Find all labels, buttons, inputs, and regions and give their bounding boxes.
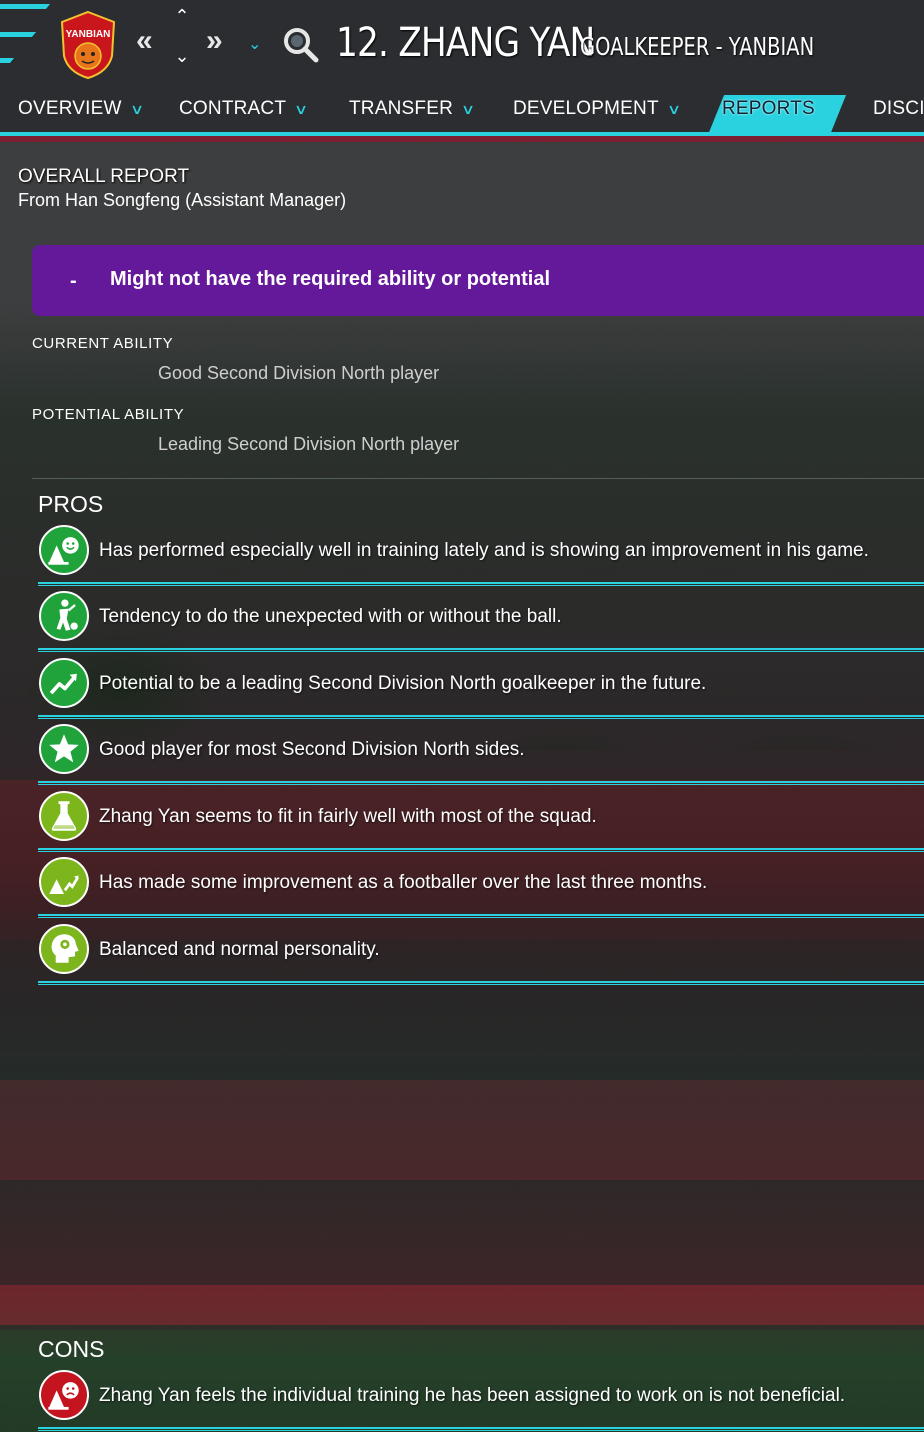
tab-transfer[interactable]: TRANSFER ∨ bbox=[349, 98, 476, 120]
chevron-down-icon: ∨ bbox=[294, 101, 309, 117]
row-divider bbox=[38, 781, 924, 785]
background-banner bbox=[0, 1285, 924, 1325]
pro-text: Balanced and normal personality. bbox=[99, 939, 380, 960]
pro-text: Has made some improvement as a footballe… bbox=[99, 872, 708, 893]
con-text: Zhang Yan feels the individual training … bbox=[99, 1385, 846, 1406]
row-divider bbox=[38, 648, 924, 652]
current-ability-value: Good Second Division North player bbox=[158, 363, 440, 383]
training-happy-icon bbox=[39, 525, 89, 575]
chevron-down-icon: ∨ bbox=[129, 101, 145, 117]
verdict-marker: - bbox=[70, 270, 77, 292]
pro-text: Tendency to do the unexpected with or wi… bbox=[99, 606, 562, 627]
pros-title: PROS bbox=[38, 491, 104, 517]
previous-player-button[interactable]: « bbox=[136, 24, 153, 58]
background-seats bbox=[0, 1080, 924, 1180]
player-cycle-control[interactable]: ⌃ ⌄ bbox=[172, 6, 192, 76]
accent-stripes bbox=[0, 0, 51, 88]
pro-text: Has performed especially well in trainin… bbox=[99, 540, 869, 561]
tab-underline-accent bbox=[0, 136, 924, 142]
club-badge-text: YANBIAN bbox=[66, 29, 111, 40]
chevron-down-icon: ∨ bbox=[460, 101, 476, 117]
pro-item: Potential to be a leading Second Divisio… bbox=[38, 653, 924, 719]
personality-head-icon bbox=[39, 924, 89, 974]
verdict-text: Might not have the required ability or p… bbox=[110, 268, 551, 290]
tab-label: TRANSFER bbox=[349, 98, 453, 119]
tab-label: DEVELOPMENT bbox=[513, 98, 659, 119]
pro-text: Good player for most Second Division Nor… bbox=[99, 739, 525, 760]
tab-overview[interactable]: OVERVIEW ∨ bbox=[18, 98, 145, 120]
row-divider bbox=[38, 981, 924, 985]
pro-item: Has made some improvement as a footballe… bbox=[38, 852, 924, 918]
star-icon bbox=[39, 724, 89, 774]
potential-ability-label: POTENTIAL ABILITY bbox=[32, 406, 185, 423]
row-divider bbox=[38, 914, 924, 918]
tab-label: OVERVIEW bbox=[18, 98, 122, 119]
pro-item: Good player for most Second Division Nor… bbox=[38, 719, 924, 785]
pro-text: Zhang Yan seems to fit in fairly well wi… bbox=[99, 806, 597, 827]
flair-player-icon bbox=[39, 591, 89, 641]
row-divider bbox=[38, 1427, 924, 1431]
chevron-down-icon[interactable]: ⌄ bbox=[172, 46, 192, 66]
cons-title: CONS bbox=[38, 1336, 105, 1362]
tab-reports[interactable]: REPORTS bbox=[722, 98, 815, 120]
pro-item: Has performed especially well in trainin… bbox=[38, 520, 924, 586]
tab-label: DISCI bbox=[873, 98, 924, 119]
pro-item: Zhang Yan seems to fit in fairly well wi… bbox=[38, 786, 924, 852]
pro-item: Balanced and normal personality. bbox=[38, 919, 924, 985]
rising-trend-icon bbox=[39, 658, 89, 708]
tab-contract[interactable]: CONTRACT ∨ bbox=[179, 98, 309, 120]
player-position-club: GOALKEEPER - YANBIAN bbox=[580, 32, 815, 61]
flask-icon bbox=[39, 791, 89, 841]
player-name: 12. ZHANG YAN bbox=[336, 20, 595, 66]
section-divider bbox=[32, 478, 924, 479]
club-badge[interactable]: YANBIAN bbox=[58, 10, 118, 80]
tab-discipline[interactable]: DISCI bbox=[873, 98, 924, 120]
chevron-down-icon: ∨ bbox=[666, 101, 682, 117]
pro-item: Tendency to do the unexpected with or wi… bbox=[38, 586, 924, 652]
search-icon[interactable] bbox=[282, 26, 320, 64]
training-unhappy-icon bbox=[39, 1370, 89, 1420]
current-ability-label: CURRENT ABILITY bbox=[32, 335, 174, 352]
chevron-up-icon[interactable]: ⌃ bbox=[172, 6, 192, 26]
tab-label: REPORTS bbox=[722, 98, 815, 119]
pro-text: Potential to be a leading Second Divisio… bbox=[99, 673, 707, 694]
potential-ability-value: Leading Second Division North player bbox=[158, 434, 460, 454]
tab-development[interactable]: DEVELOPMENT ∨ bbox=[513, 98, 682, 120]
report-verdict-banner: - Might not have the required ability or… bbox=[32, 245, 924, 316]
con-item: Zhang Yan feels the individual training … bbox=[38, 1365, 924, 1431]
report-author: From Han Songfeng (Assistant Manager) bbox=[18, 190, 347, 210]
next-player-button[interactable]: » bbox=[206, 24, 223, 58]
chevron-down-icon[interactable]: ⌄ bbox=[248, 34, 261, 54]
progress-icon bbox=[39, 857, 89, 907]
report-title: OVERALL REPORT bbox=[18, 166, 190, 187]
tab-label: CONTRACT bbox=[179, 98, 287, 119]
